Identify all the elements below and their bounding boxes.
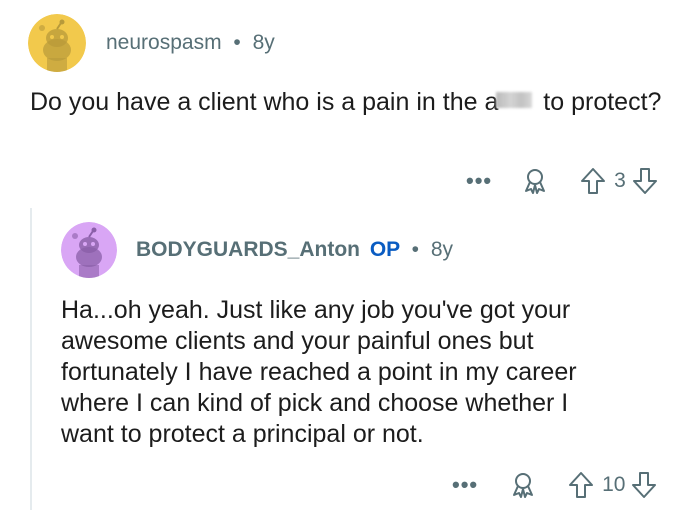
more-options-button[interactable]: •••	[466, 170, 492, 192]
upvote-icon[interactable]	[568, 471, 594, 499]
comment-line: where I can kind of pick and choose whet…	[61, 389, 569, 417]
more-options-button[interactable]: •••	[452, 474, 478, 496]
vote-count: 10	[602, 473, 626, 496]
comment-text-part: Do you have a client who is a pain in th…	[30, 88, 499, 116]
snoo-avatar-icon	[61, 222, 117, 278]
downvote-icon[interactable]	[631, 471, 657, 499]
comment-actions: ••• 10	[452, 470, 657, 500]
separator-dot: •	[233, 31, 241, 54]
separator-dot: •	[411, 238, 420, 261]
comment-header: BODYGUARDS_Anton OP • 8y	[136, 238, 453, 262]
downvote-icon[interactable]	[632, 167, 658, 195]
snoo-avatar-icon	[28, 14, 86, 72]
thread-line[interactable]	[30, 208, 32, 510]
comment-body: Ha...oh yeah. Just like any job you've g…	[61, 295, 691, 450]
comment-body: Do you have a client who is a pain in th…	[30, 87, 670, 118]
username-link[interactable]: BODYGUARDS_Anton	[136, 238, 360, 261]
comment-age: 8y	[430, 238, 454, 261]
comment-actions: ••• 3	[466, 166, 658, 196]
upvote-icon[interactable]	[580, 167, 606, 195]
comment-age: 8y	[252, 31, 275, 54]
award-icon[interactable]	[508, 470, 538, 500]
censored-text	[496, 92, 533, 108]
avatar[interactable]	[28, 14, 86, 72]
comment-header: neurospasm • 8y	[106, 31, 275, 55]
comment-line: want to protect a principal or not.	[61, 420, 424, 448]
vote-count: 3	[614, 169, 626, 192]
comment-line: fortunately I have reached a point in my…	[61, 358, 577, 386]
comment-text-part: to protect?	[536, 88, 662, 116]
op-badge: OP	[369, 238, 400, 261]
username-link[interactable]: neurospasm	[106, 31, 222, 54]
comment-line: awesome clients and your painful ones bu…	[61, 327, 534, 355]
avatar[interactable]	[61, 222, 117, 278]
award-icon[interactable]	[520, 166, 550, 196]
comment-line: Ha...oh yeah. Just like any job you've g…	[61, 296, 571, 324]
